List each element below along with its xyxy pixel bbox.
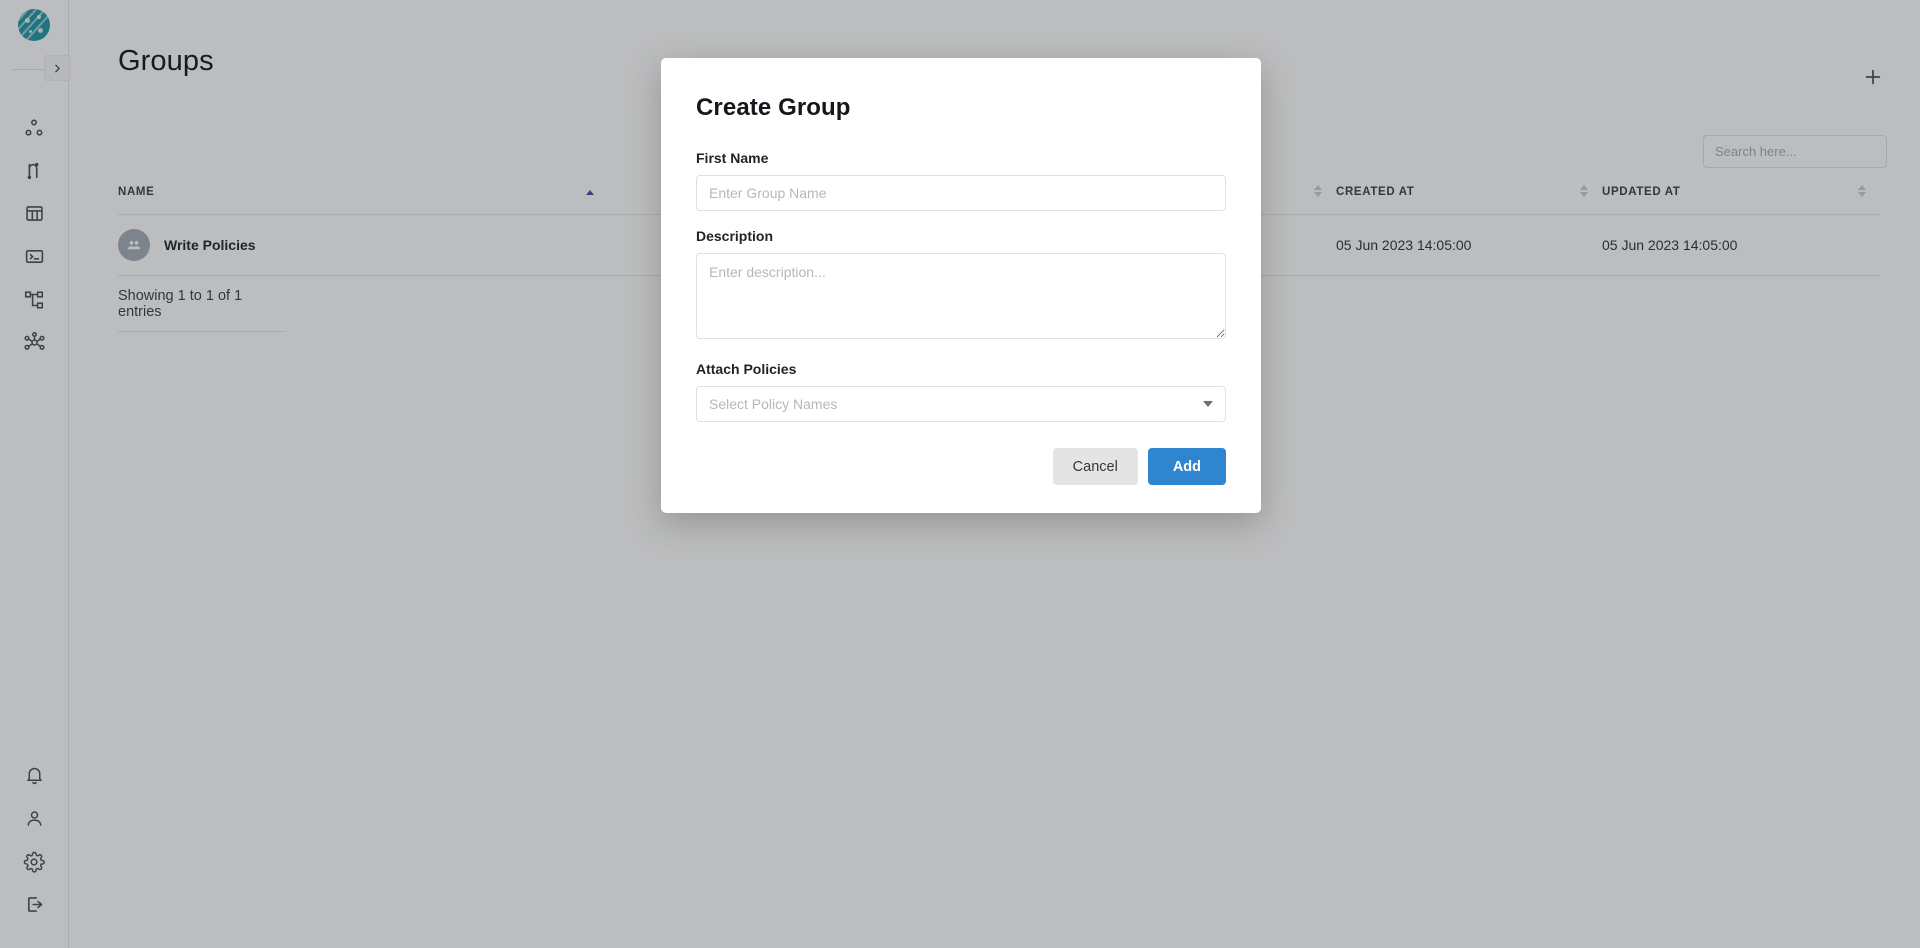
attach-policies-label: Attach Policies xyxy=(696,361,797,377)
dialog-actions: Cancel Add xyxy=(696,448,1226,485)
app-root: Groups Search here... NAME CREATED AT UP… xyxy=(0,0,1920,948)
first-name-label: First Name xyxy=(696,150,769,166)
cancel-button[interactable]: Cancel xyxy=(1052,448,1138,485)
chevron-down-icon xyxy=(1203,401,1213,407)
field-description: Description xyxy=(696,228,1226,344)
description-label: Description xyxy=(696,228,774,244)
first-name-input[interactable] xyxy=(696,175,1226,211)
field-first-name: First Name xyxy=(696,150,1226,211)
attach-policies-placeholder: Select Policy Names xyxy=(709,396,838,412)
field-attach-policies: Attach Policies Select Policy Names xyxy=(696,361,1226,422)
attach-policies-select[interactable]: Select Policy Names xyxy=(696,386,1226,422)
dialog-title: Create Group xyxy=(696,94,851,121)
description-textarea[interactable] xyxy=(696,253,1226,339)
add-button[interactable]: Add xyxy=(1147,448,1226,485)
create-group-dialog: Create Group First Name Description Atta… xyxy=(661,58,1261,513)
